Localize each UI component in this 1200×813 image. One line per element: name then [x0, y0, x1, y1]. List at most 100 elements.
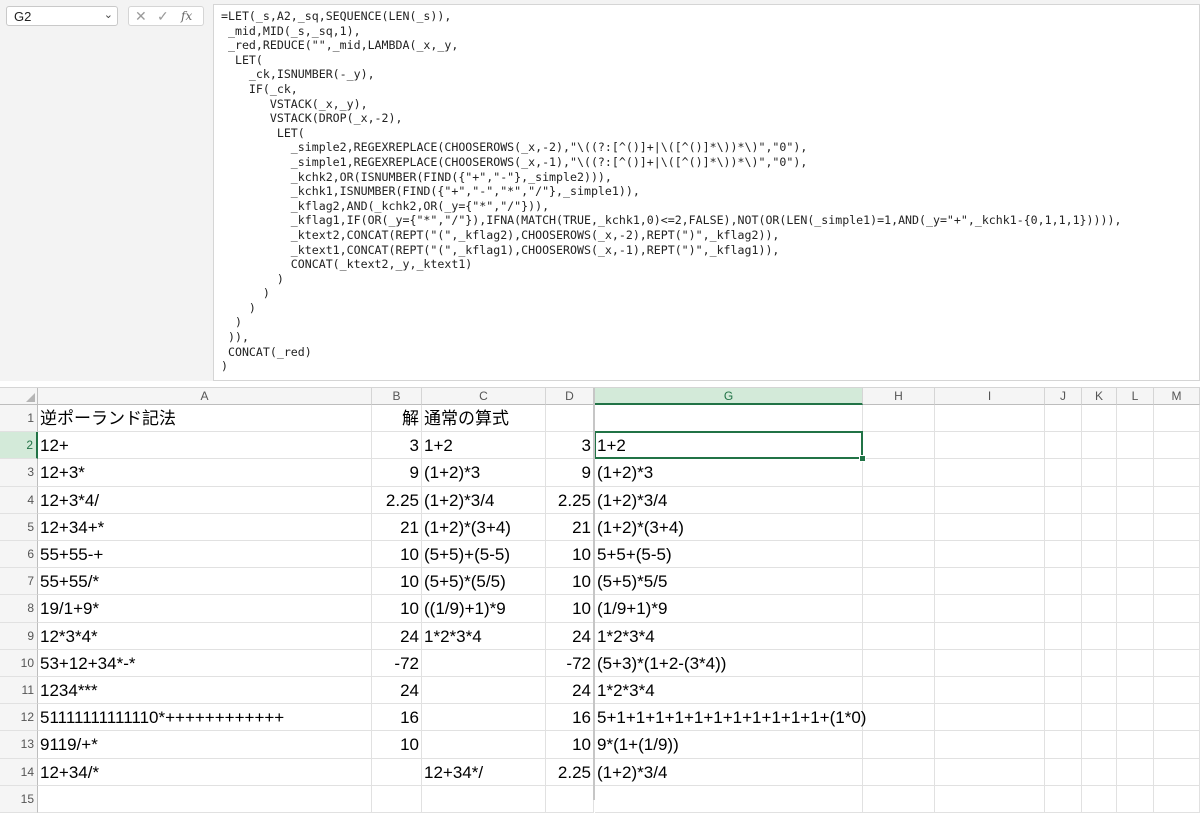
name-box[interactable]: G2 ⌄	[6, 6, 118, 26]
cell-c3[interactable]: (1+2)*3	[422, 459, 546, 487]
cell-h11[interactable]	[863, 677, 935, 705]
cell-b3[interactable]: 9	[372, 459, 422, 487]
row-header-14[interactable]: 14	[0, 758, 38, 786]
cell-a4[interactable]: 12+3*4/	[38, 486, 372, 514]
row-header-3[interactable]: 3	[0, 459, 38, 487]
cell-i6[interactable]	[935, 541, 1045, 569]
cell-m10[interactable]	[1154, 649, 1200, 677]
chevron-down-icon[interactable]: ⌄	[104, 8, 113, 21]
cell-b4[interactable]: 2.25	[372, 486, 422, 514]
cell-k8[interactable]	[1082, 595, 1117, 623]
column-header-j[interactable]: J	[1045, 388, 1082, 405]
cell-b1[interactable]: 解	[372, 405, 422, 433]
cell-m8[interactable]	[1154, 595, 1200, 623]
cell-h8[interactable]	[863, 595, 935, 623]
cell-d3[interactable]: 9	[546, 459, 594, 487]
cell-c11[interactable]	[422, 677, 546, 705]
cell-g11[interactable]: 1*2*3*4	[595, 677, 863, 705]
cell-k7[interactable]	[1082, 568, 1117, 596]
cell-k13[interactable]	[1082, 731, 1117, 759]
cell-j12[interactable]	[1045, 704, 1082, 732]
cell-d9[interactable]: 24	[546, 622, 594, 650]
cell-k6[interactable]	[1082, 541, 1117, 569]
cell-d1[interactable]	[546, 405, 594, 433]
cell-k5[interactable]	[1082, 513, 1117, 541]
cell-m15[interactable]	[1154, 785, 1200, 813]
cell-g9[interactable]: 1*2*3*4	[595, 622, 863, 650]
cell-b8[interactable]: 10	[372, 595, 422, 623]
cell-m6[interactable]	[1154, 541, 1200, 569]
cell-c1[interactable]: 通常の算式	[422, 405, 546, 433]
cell-b11[interactable]: 24	[372, 677, 422, 705]
cell-i12[interactable]	[935, 704, 1045, 732]
cell-m7[interactable]	[1154, 568, 1200, 596]
cell-c9[interactable]: 1*2*3*4	[422, 622, 546, 650]
cell-m14[interactable]	[1154, 758, 1200, 786]
row-header-4[interactable]: 4	[0, 486, 38, 514]
cell-i7[interactable]	[935, 568, 1045, 596]
cell-i11[interactable]	[935, 677, 1045, 705]
cell-h12[interactable]	[863, 704, 935, 732]
cell-g7[interactable]: (5+5)*5/5	[595, 568, 863, 596]
cell-g5[interactable]: (1+2)*(3+4)	[595, 513, 863, 541]
cell-b5[interactable]: 21	[372, 513, 422, 541]
cell-b6[interactable]: 10	[372, 541, 422, 569]
cell-i1[interactable]	[935, 405, 1045, 433]
cell-h5[interactable]	[863, 513, 935, 541]
cell-c14[interactable]: 12+34*/	[422, 758, 546, 786]
cell-g14[interactable]: (1+2)*3/4	[595, 758, 863, 786]
cell-k12[interactable]	[1082, 704, 1117, 732]
row-header-11[interactable]: 11	[0, 677, 38, 705]
cell-a3[interactable]: 12+3*	[38, 459, 372, 487]
cell-d8[interactable]: 10	[546, 595, 594, 623]
cell-a14[interactable]: 12+34/*	[38, 758, 372, 786]
cell-k10[interactable]	[1082, 649, 1117, 677]
cell-b14[interactable]	[372, 758, 422, 786]
column-header-h[interactable]: H	[863, 388, 935, 405]
cell-a13[interactable]: 9119/+*	[38, 731, 372, 759]
row-header-5[interactable]: 5	[0, 513, 38, 541]
cell-h7[interactable]	[863, 568, 935, 596]
column-header-b[interactable]: B	[372, 388, 422, 405]
cell-m1[interactable]	[1154, 405, 1200, 433]
column-header-a[interactable]: A	[38, 388, 372, 405]
cell-m5[interactable]	[1154, 513, 1200, 541]
column-header-k[interactable]: K	[1082, 388, 1117, 405]
cell-a7[interactable]: 55+55/*	[38, 568, 372, 596]
cell-l5[interactable]	[1117, 513, 1154, 541]
column-header-i[interactable]: I	[935, 388, 1045, 405]
row-header-2[interactable]: 2	[0, 432, 38, 460]
cell-h13[interactable]	[863, 731, 935, 759]
cell-c2[interactable]: 1+2	[422, 432, 546, 460]
formula-input[interactable]: =LET(_s,A2,_sq,SEQUENCE(LEN(_s)), _mid,M…	[213, 4, 1200, 381]
worksheet-grid[interactable]: ABCDGHIJKLM 1 逆ポーランド記法解通常の算式 2 12+ 3 1+2 3 1+2 3…	[0, 387, 1200, 813]
formula-text[interactable]: =LET(_s,A2,_sq,SEQUENCE(LEN(_s)), _mid,M…	[221, 9, 1121, 374]
cell-j15[interactable]	[1045, 785, 1082, 813]
cell-m4[interactable]	[1154, 486, 1200, 514]
cell-b13[interactable]: 10	[372, 731, 422, 759]
row-header-7[interactable]: 7	[0, 568, 38, 596]
cell-j1[interactable]	[1045, 405, 1082, 433]
cell-c6[interactable]: (5+5)+(5-5)	[422, 541, 546, 569]
cell-k14[interactable]	[1082, 758, 1117, 786]
cell-i4[interactable]	[935, 486, 1045, 514]
row-header-9[interactable]: 9	[0, 622, 38, 650]
cell-b12[interactable]: 16	[372, 704, 422, 732]
cell-h10[interactable]	[863, 649, 935, 677]
cell-a2[interactable]: 12+	[38, 432, 372, 460]
row-header-13[interactable]: 13	[0, 731, 38, 759]
cell-i8[interactable]	[935, 595, 1045, 623]
cell-c4[interactable]: (1+2)*3/4	[422, 486, 546, 514]
cell-i10[interactable]	[935, 649, 1045, 677]
cell-a9[interactable]: 12*3*4*	[38, 622, 372, 650]
column-header-g[interactable]: G	[595, 388, 863, 405]
cell-c7[interactable]: (5+5)*(5/5)	[422, 568, 546, 596]
cell-c5[interactable]: (1+2)*(3+4)	[422, 513, 546, 541]
cell-l15[interactable]	[1117, 785, 1154, 813]
cell-g8[interactable]: (1/9+1)*9	[595, 595, 863, 623]
row-header-1[interactable]: 1	[0, 405, 38, 433]
cell-d15[interactable]	[546, 785, 594, 813]
name-box-value[interactable]: G2	[14, 9, 31, 24]
cell-c8[interactable]: ((1/9)+1)*9	[422, 595, 546, 623]
cell-j2[interactable]	[1045, 432, 1082, 460]
